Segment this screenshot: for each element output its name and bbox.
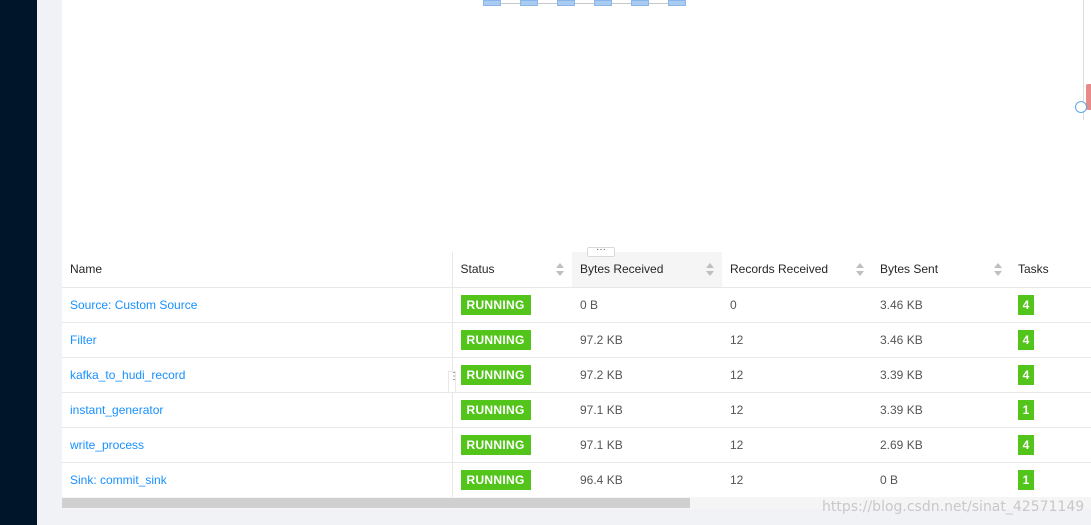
vertex-name-link[interactable]: kafka_to_hudi_record	[70, 368, 185, 382]
sort-caret-icon[interactable]	[994, 263, 1002, 277]
table-row[interactable]: Sink: commit_sink RUNNING 96.4 KB 12 0 B…	[62, 462, 1091, 497]
graph-node[interactable]	[668, 0, 686, 6]
graph-edge	[501, 3, 520, 4]
table-header-row: Name Status Bytes Received Records Recei…	[62, 252, 1091, 288]
side-panel-handle-icon[interactable]	[1075, 101, 1087, 113]
cell-tasks: 1	[1010, 392, 1091, 428]
cell-tasks: 4	[1010, 357, 1091, 393]
graph-edge	[649, 3, 668, 4]
graph-edge	[538, 3, 557, 4]
cell-records-received: 12	[722, 427, 872, 463]
cell-bytes-received: 97.2 KB	[572, 357, 722, 393]
cell-records-received: 12	[722, 392, 872, 428]
graph-edge	[575, 3, 594, 4]
vertex-name-link[interactable]: Source: Custom Source	[70, 298, 197, 312]
cell-records-received: 12	[722, 357, 872, 393]
cell-bytes-received: 97.2 KB	[572, 322, 722, 358]
watermark-text: https://blog.csdn.net/sinat_42571149	[822, 499, 1085, 515]
sort-caret-icon[interactable]	[556, 263, 564, 277]
column-header-bytes-sent[interactable]: Bytes Sent	[872, 252, 1010, 288]
scrollbar-thumb[interactable]	[62, 498, 690, 508]
column-header-status[interactable]: Status	[452, 252, 572, 288]
graph-node[interactable]	[483, 0, 501, 6]
cell-records-received: 12	[722, 462, 872, 497]
vertex-name-link[interactable]: write_process	[70, 438, 144, 452]
cell-bytes-received: 96.4 KB	[572, 462, 722, 497]
cell-bytes-sent: 3.39 KB	[872, 357, 1010, 393]
cell-name[interactable]: Source: Custom Source	[62, 287, 453, 323]
status-badge: RUNNING	[460, 364, 531, 385]
sort-caret-icon[interactable]	[856, 263, 864, 277]
sort-caret-icon[interactable]	[706, 263, 714, 277]
table-row[interactable]: kafka_to_hudi_record RUNNING 97.2 KB 12 …	[62, 357, 1091, 393]
left-navigation-sidebar	[0, 0, 37, 525]
graph-node[interactable]	[520, 0, 538, 6]
table-row[interactable]: Filter RUNNING 97.2 KB 12 3.46 KB 4	[62, 322, 1091, 358]
cell-status: RUNNING	[452, 427, 572, 463]
status-badge: RUNNING	[460, 469, 531, 490]
column-header-label: Bytes Received	[580, 262, 664, 277]
cell-tasks: 1	[1010, 462, 1091, 497]
graph-edge	[612, 3, 631, 4]
cell-bytes-sent: 3.46 KB	[872, 287, 1010, 323]
task-count-badge: 4	[1018, 434, 1034, 455]
job-graph-canvas[interactable]	[62, 0, 1091, 253]
cell-bytes-sent: 2.69 KB	[872, 427, 1010, 463]
cell-bytes-received: 97.1 KB	[572, 427, 722, 463]
task-count-badge: 4	[1018, 294, 1034, 315]
status-badge: RUNNING	[460, 434, 531, 455]
task-count-badge: 4	[1018, 364, 1034, 385]
page-gutter	[37, 0, 62, 525]
ellipsis-icon[interactable]: ···	[587, 245, 615, 257]
cell-name[interactable]: instant_generator	[62, 392, 453, 428]
status-badge: RUNNING	[460, 329, 531, 350]
cell-status: RUNNING	[452, 287, 572, 323]
cell-bytes-sent: 3.39 KB	[872, 392, 1010, 428]
cell-records-received: 12	[722, 322, 872, 358]
cell-name[interactable]: write_process	[62, 427, 453, 463]
cell-bytes-received: 0 B	[572, 287, 722, 323]
cell-records-received: 0	[722, 287, 872, 323]
column-header-label: Bytes Sent	[880, 262, 939, 277]
cell-tasks: 4	[1010, 427, 1091, 463]
column-header-records-received[interactable]: Records Received	[722, 252, 872, 288]
table-row[interactable]: instant_generator RUNNING 97.1 KB 12 3.3…	[62, 392, 1091, 428]
table-row[interactable]: write_process RUNNING 97.1 KB 12 2.69 KB…	[62, 427, 1091, 463]
cell-status: RUNNING	[452, 462, 572, 497]
cell-name[interactable]: Sink: commit_sink	[62, 462, 453, 497]
vertex-name-link[interactable]: Filter	[70, 333, 97, 347]
cell-bytes-sent: 3.46 KB	[872, 322, 1010, 358]
column-header-label: Records Received	[730, 262, 829, 277]
cell-name[interactable]: Filter	[62, 322, 453, 358]
vertex-table: Name Status Bytes Received Records Recei…	[62, 252, 1091, 497]
graph-node[interactable]	[557, 0, 575, 6]
cell-bytes-sent: 0 B	[872, 462, 1010, 497]
vertex-name-link[interactable]: instant_generator	[70, 403, 163, 417]
cell-status: RUNNING	[452, 357, 572, 393]
task-count-badge: 1	[1018, 399, 1034, 420]
task-count-badge: 4	[1018, 329, 1034, 350]
column-header-label: Status	[460, 262, 495, 277]
cell-tasks: 4	[1010, 287, 1091, 323]
status-badge: RUNNING	[460, 399, 531, 420]
cell-tasks: 4	[1010, 322, 1091, 358]
table-row[interactable]: Source: Custom Source RUNNING 0 B 0 3.46…	[62, 287, 1091, 323]
cell-status: RUNNING	[452, 392, 572, 428]
column-resize-icon[interactable]: ⋮	[448, 371, 459, 393]
column-header-name: Name	[62, 252, 453, 288]
graph-node[interactable]	[631, 0, 649, 6]
task-count-badge: 1	[1018, 469, 1034, 490]
vertex-name-link[interactable]: Sink: commit_sink	[70, 473, 167, 487]
graph-node[interactable]	[594, 0, 612, 6]
cell-name[interactable]: kafka_to_hudi_record	[62, 357, 453, 393]
status-badge: RUNNING	[460, 294, 531, 315]
cell-bytes-received: 97.1 KB	[572, 392, 722, 428]
column-header-tasks: Tasks	[1010, 252, 1091, 288]
cell-status: RUNNING	[452, 322, 572, 358]
column-header-bytes-received[interactable]: Bytes Received	[572, 252, 722, 288]
